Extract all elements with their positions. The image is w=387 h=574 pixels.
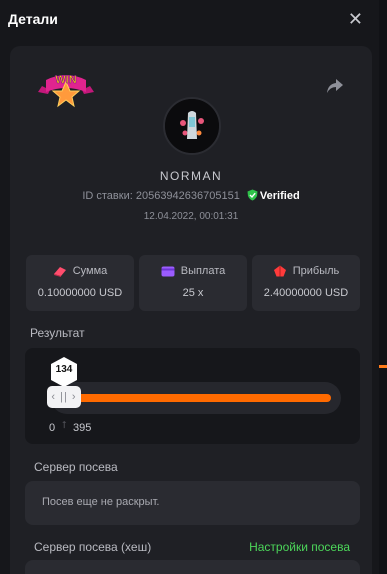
stat-payout: Выплата 25 x <box>139 255 247 311</box>
background-accent-line <box>379 365 387 368</box>
share-arrow-icon[interactable] <box>326 78 344 94</box>
bet-id-value: 20563942636705151 <box>135 190 240 202</box>
stat-payout-label: Выплата <box>180 265 226 277</box>
modal-header: Детали ✕ <box>0 0 379 38</box>
user-avatar[interactable] <box>163 97 221 155</box>
bet-id-row: ID ставки: 20563942636705151 Verified <box>10 189 372 202</box>
scale-min: 0 <box>49 422 56 434</box>
username: NORMAN <box>159 169 223 183</box>
modal-title: Детали <box>8 11 58 27</box>
result-track-fill <box>61 394 331 402</box>
avatar-image <box>165 99 219 153</box>
details-modal: Детали ✕ WIN NORMAN ID ставки: 205639426… <box>0 0 379 574</box>
stat-payout-value: 25 x <box>182 287 204 299</box>
stat-profit-label: Прибыль <box>292 265 340 277</box>
stat-amount-label: Сумма <box>72 265 108 277</box>
result-slider-handle[interactable]: ‹ || › <box>47 386 81 408</box>
stats-row: Сумма 0.10000000 USD Выплата 25 x Прибыл… <box>26 255 360 311</box>
win-badge-icon: WIN <box>38 74 94 108</box>
stat-amount: Сумма 0.10000000 USD <box>26 255 134 311</box>
close-icon[interactable]: ✕ <box>348 10 363 28</box>
stat-profit: Прибыль 2.40000000 USD <box>252 255 360 311</box>
result-marker-value: 134 <box>55 364 73 375</box>
server-seed-hash-field[interactable] <box>25 560 360 574</box>
win-badge-text: WIN <box>55 74 76 86</box>
server-seed-field[interactable]: Посев еще не раскрыт. <box>25 481 360 525</box>
bet-id-label: ID ставки: <box>82 190 133 202</box>
server-seed-label: Сервер посева <box>34 460 118 474</box>
bet-amount-icon <box>53 267 66 277</box>
result-track <box>51 382 341 414</box>
server-seed-hash-label: Сервер посева (хеш) <box>34 540 152 554</box>
result-label: Результат <box>30 326 85 340</box>
scale-pointer-icon: ⭡ <box>62 420 67 431</box>
profit-icon <box>273 265 286 277</box>
verified-badge: Verified <box>247 189 300 202</box>
bet-date: 12.04.2022, 00:01:31 <box>143 211 239 222</box>
seed-settings-link[interactable]: Настройки посева <box>249 540 350 554</box>
result-panel: 134 ‹ || › 0 ⭡ 395 <box>25 348 360 444</box>
bet-details-card: WIN NORMAN ID ставки: 20563942636705151 <box>10 46 372 574</box>
scale-max: 395 <box>73 422 92 434</box>
stat-profit-value: 2.40000000 USD <box>263 287 349 299</box>
verified-label: Verified <box>259 190 300 202</box>
stat-amount-value: 0.10000000 USD <box>37 287 123 299</box>
payout-wallet-icon <box>161 266 175 277</box>
result-marker: 134 <box>49 356 79 388</box>
shield-check-icon <box>247 189 258 201</box>
